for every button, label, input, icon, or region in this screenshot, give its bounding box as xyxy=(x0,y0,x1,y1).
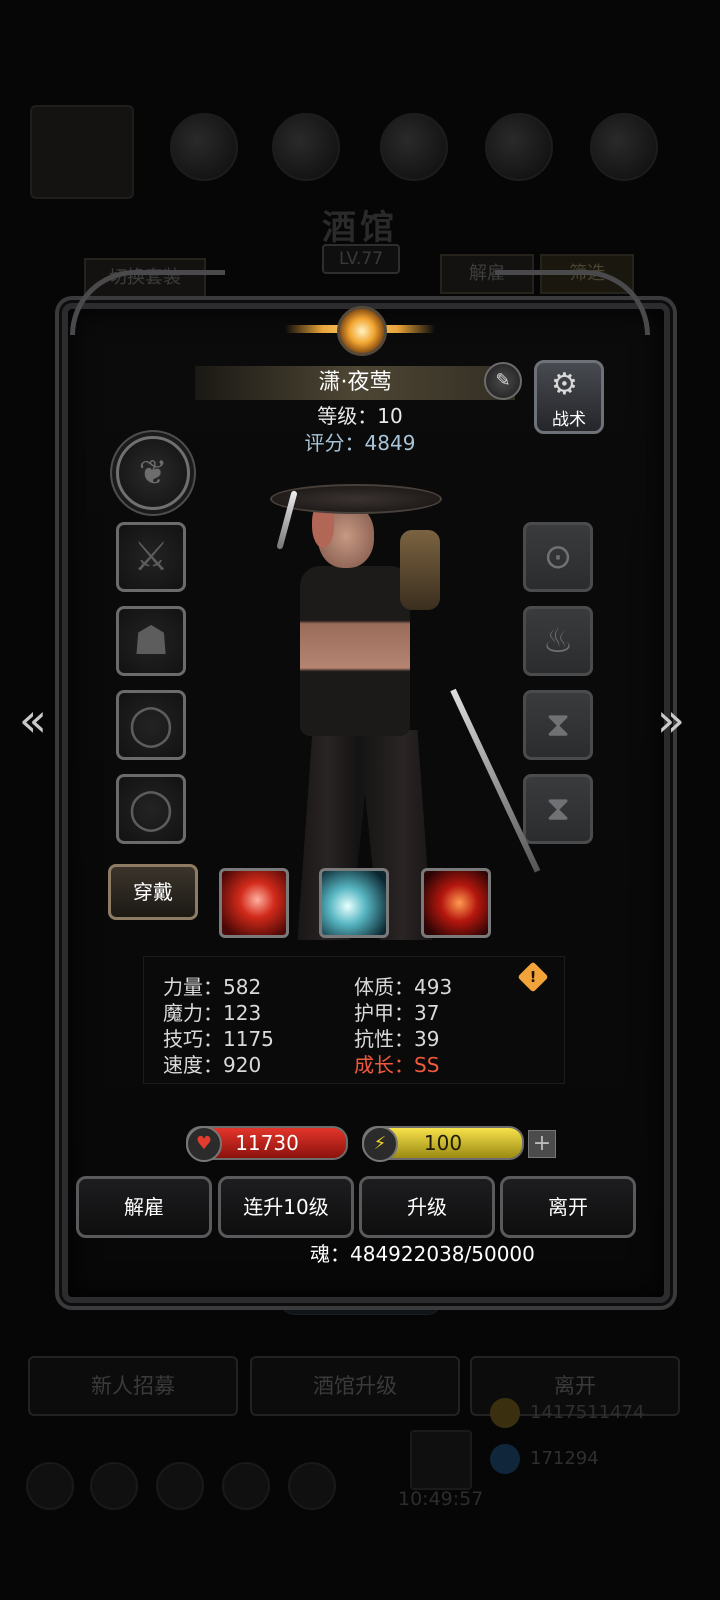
hero-name: 潇·夜莺 xyxy=(318,370,392,395)
add-energy-button[interactable]: + xyxy=(528,1130,556,1158)
resource-icon xyxy=(272,113,340,181)
heart-icon: ♥ xyxy=(186,1126,222,1162)
warning-mark: ! xyxy=(529,968,537,986)
gold-crest-icon xyxy=(285,300,435,358)
gold-amount: 1417511474 xyxy=(530,1402,645,1423)
stat-armor: 护甲：37 xyxy=(354,1001,440,1025)
edit-name-button[interactable]: ✎ xyxy=(484,362,522,400)
menu-round-icon xyxy=(288,1462,336,1510)
tavern-title: 酒馆 xyxy=(322,208,398,248)
hero-level: 等级：10 xyxy=(317,404,403,428)
upgrade-tavern-button: 酒馆升级 xyxy=(250,1356,460,1416)
next-hero-arrow[interactable]: » xyxy=(646,690,696,750)
gem-amount: 171294 xyxy=(530,1448,599,1469)
hourglass-icon: ⧗ xyxy=(546,705,570,745)
tavern-level: LV.77 xyxy=(322,244,400,274)
resource-icon xyxy=(170,113,238,181)
dismiss-button[interactable]: 解雇 xyxy=(76,1176,212,1238)
necklace-icon: ⊙ xyxy=(543,537,573,577)
pencil-icon: ✎ xyxy=(495,370,511,391)
stat-skill: 技巧：1175 xyxy=(163,1027,274,1051)
resource-icon xyxy=(485,113,553,181)
menu-round-icon xyxy=(156,1462,204,1510)
level-up-10-button[interactable]: 连升10级 xyxy=(218,1176,354,1238)
stat-resistance: 抗性：39 xyxy=(354,1027,440,1051)
resource-icon xyxy=(380,113,448,181)
stat-growth: 成长：SS xyxy=(354,1053,440,1077)
tactics-label: 战术 xyxy=(552,410,586,430)
ring-slot-1[interactable]: ◯ xyxy=(116,690,186,760)
red-slash-icon[interactable] xyxy=(219,868,289,938)
gift-icon xyxy=(410,1430,472,1490)
armor-icon: ☗ xyxy=(133,618,169,664)
hero-score: 评分：4849 xyxy=(304,431,416,455)
previous-hero-arrow[interactable]: « xyxy=(8,690,58,750)
menu-round-icon xyxy=(90,1462,138,1510)
leave-button[interactable]: 离开 xyxy=(500,1176,636,1238)
stat-magic: 魔力：123 xyxy=(163,1001,262,1025)
hourglass-icon: ⧗ xyxy=(546,789,570,829)
gear-icon: ⚙ xyxy=(551,367,578,402)
menu-round-icon xyxy=(26,1462,74,1510)
flame-slot[interactable]: ♨ xyxy=(523,606,593,676)
hourglass-slot-2[interactable]: ⧗ xyxy=(523,774,593,844)
recruit-button: 新人招募 xyxy=(28,1356,238,1416)
level-up-button[interactable]: 升级 xyxy=(359,1176,495,1238)
lightning-icon: ⚡ xyxy=(362,1126,398,1162)
stats-panel: 力量：582 魔力：123 技巧：1175 速度：920 体质：493 护甲：3… xyxy=(143,956,565,1084)
stat-speed: 速度：920 xyxy=(163,1053,262,1077)
gold-coin-icon xyxy=(490,1398,520,1428)
armor-slot[interactable]: ☗ xyxy=(116,606,186,676)
necklace-slot[interactable]: ⊙ xyxy=(523,522,593,592)
soul-counter: 魂：484922038/50000 xyxy=(310,1242,535,1266)
hero-portrait-icon xyxy=(30,105,134,199)
ring-icon: ◯ xyxy=(128,786,174,832)
menu-round-icon xyxy=(222,1462,270,1510)
flame-icon: ♨ xyxy=(542,621,574,661)
stat-constitution: 体质：493 xyxy=(354,975,453,999)
ring-slot-2[interactable]: ◯ xyxy=(116,774,186,844)
tactics-button[interactable]: ⚙ 战术 xyxy=(534,360,604,434)
weapon-slot[interactable]: ⚔ xyxy=(116,522,186,592)
fire-blade-icon[interactable] xyxy=(421,868,491,938)
hourglass-slot-1[interactable]: ⧗ xyxy=(523,690,593,760)
clock-text: 10:49:57 xyxy=(398,1488,484,1510)
ring-icon: ◯ xyxy=(128,702,174,748)
dagger-icon: ⚔ xyxy=(133,534,169,580)
feather-slot[interactable]: ❦ xyxy=(116,436,190,510)
gem-icon xyxy=(490,1444,520,1474)
top-icon-row xyxy=(30,105,690,199)
stat-strength: 力量：582 xyxy=(163,975,262,999)
wear-button[interactable]: 穿戴 xyxy=(108,864,198,920)
frost-crescent-icon[interactable] xyxy=(319,868,389,938)
resource-icon xyxy=(590,113,658,181)
feather-icon: ❦ xyxy=(138,453,168,493)
